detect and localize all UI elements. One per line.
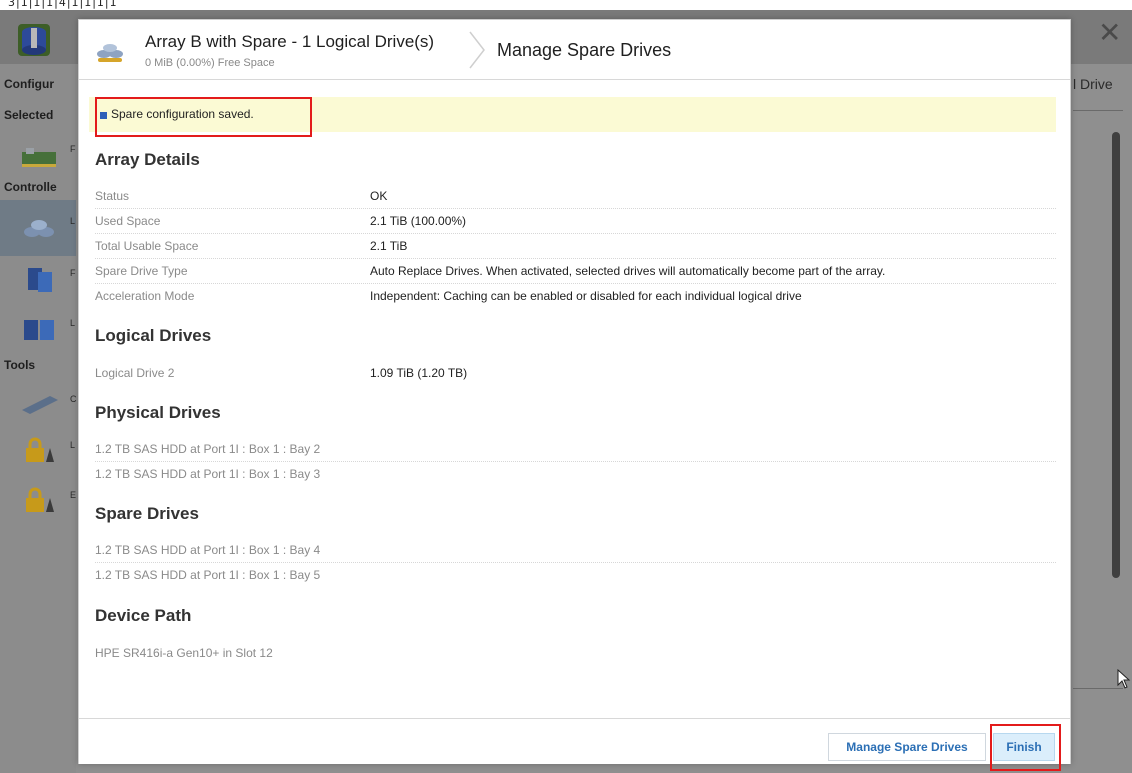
array-icon [97, 44, 123, 62]
detail-value: OK [370, 189, 388, 203]
detail-value: 2.1 TiB [370, 239, 408, 253]
smart-storage-logo-icon [18, 24, 50, 56]
spare-drive-item: 1.2 TB SAS HDD at Port 1I : Box 1 : Bay … [95, 568, 321, 582]
dialog-title: Array B with Spare - 1 Logical Drive(s) [145, 32, 435, 51]
sidebar-tools-title: Tools [4, 358, 36, 372]
unassigned-drives-icon[interactable] [20, 314, 60, 344]
sidebar-letter: F [70, 268, 76, 278]
finish-highlight-box [990, 724, 1061, 771]
sidebar-controllers-title: Controlle [4, 180, 57, 194]
background-sidebar: Configur Selected F Controlle L F L Tool… [0, 64, 77, 773]
physical-drive-item: 1.2 TB SAS HDD at Port 1I : Box 1 : Bay … [95, 442, 321, 456]
sidebar-letter: L [70, 318, 76, 328]
spare-drives-heading: Spare Drives [95, 504, 199, 523]
sidebar-letter: L [70, 216, 76, 226]
detail-label: Total Usable Space [95, 239, 199, 253]
manage-spare-drives-button[interactable]: Manage Spare Drives [828, 733, 986, 761]
detail-value: 2.1 TiB (100.00%) [370, 214, 467, 228]
detail-label: Status [95, 189, 130, 203]
dialog-footer: Manage Spare Drives Finish [79, 718, 1070, 771]
license-lock-icon[interactable] [20, 436, 60, 466]
detail-value: Auto Replace Drives. When activated, sel… [370, 264, 886, 278]
row-divider [95, 208, 1056, 209]
dialog-body: Spare configuration saved. Array Details… [79, 81, 1070, 721]
mouse-cursor-icon [1117, 669, 1131, 689]
sidebar-configure-title: Configur [4, 77, 54, 91]
breadcrumb-chevron-icon [469, 31, 485, 69]
background-divider [1073, 110, 1123, 111]
background-close-icon[interactable]: ✕ [1098, 16, 1121, 49]
detail-label: Used Space [95, 214, 161, 228]
detail-value: Independent: Caching can be enabled or d… [370, 289, 802, 303]
sidebar-letter: L [70, 440, 76, 450]
row-divider [95, 283, 1056, 284]
physical-drives-heading: Physical Drives [95, 403, 221, 422]
background-divider [1073, 688, 1123, 689]
detail-label: Spare Drive Type [95, 264, 188, 278]
row-divider [95, 233, 1056, 234]
logical-drives-heading: Logical Drives [95, 326, 212, 345]
diagnostics-tool-icon[interactable] [20, 388, 60, 418]
row-divider [95, 461, 1056, 462]
device-path-value: HPE SR416i-a Gen10+ in Slot 12 [95, 646, 273, 660]
physical-drive-item: 1.2 TB SAS HDD at Port 1I : Box 1 : Bay … [95, 467, 321, 481]
logical-drive-label: Logical Drive 2 [95, 366, 175, 380]
background-right-title: l Drive [1073, 76, 1113, 92]
device-path-heading: Device Path [95, 606, 192, 625]
array-drives-icon[interactable] [20, 212, 60, 242]
sidebar-selected-title: Selected [4, 108, 54, 122]
top-strip-text: 3|1|1|1|4|1|1|1|1 [8, 0, 118, 9]
dialog-subtitle: 0 MiB (0.00%) Free Space [145, 57, 275, 69]
logical-drive-value: 1.09 TiB (1.20 TB) [370, 366, 468, 380]
top-strip: 3|1|1|1|4|1|1|1|1 [0, 0, 1132, 10]
controller-card-icon[interactable] [20, 140, 60, 170]
dialog-header: Array B with Spare - 1 Logical Drive(s) … [79, 20, 1070, 80]
detail-label: Acceleration Mode [95, 289, 195, 303]
spare-drive-item: 1.2 TB SAS HDD at Port 1I : Box 1 : Bay … [95, 543, 321, 557]
sidebar-letter: F [70, 144, 76, 154]
row-divider [95, 258, 1056, 259]
array-details-heading: Array Details [95, 150, 200, 169]
row-divider [95, 562, 1056, 563]
manage-spare-drives-dialog: Array B with Spare - 1 Logical Drive(s) … [78, 19, 1071, 771]
physical-drives-icon[interactable] [20, 264, 60, 294]
dialog-action-title: Manage Spare Drives [497, 40, 672, 60]
sidebar-letter: E [70, 490, 77, 500]
encryption-lock-icon[interactable] [20, 486, 60, 516]
sidebar-letter: C [70, 394, 77, 404]
alert-highlight-box [95, 97, 312, 137]
background-scrollbar[interactable] [1112, 132, 1120, 578]
